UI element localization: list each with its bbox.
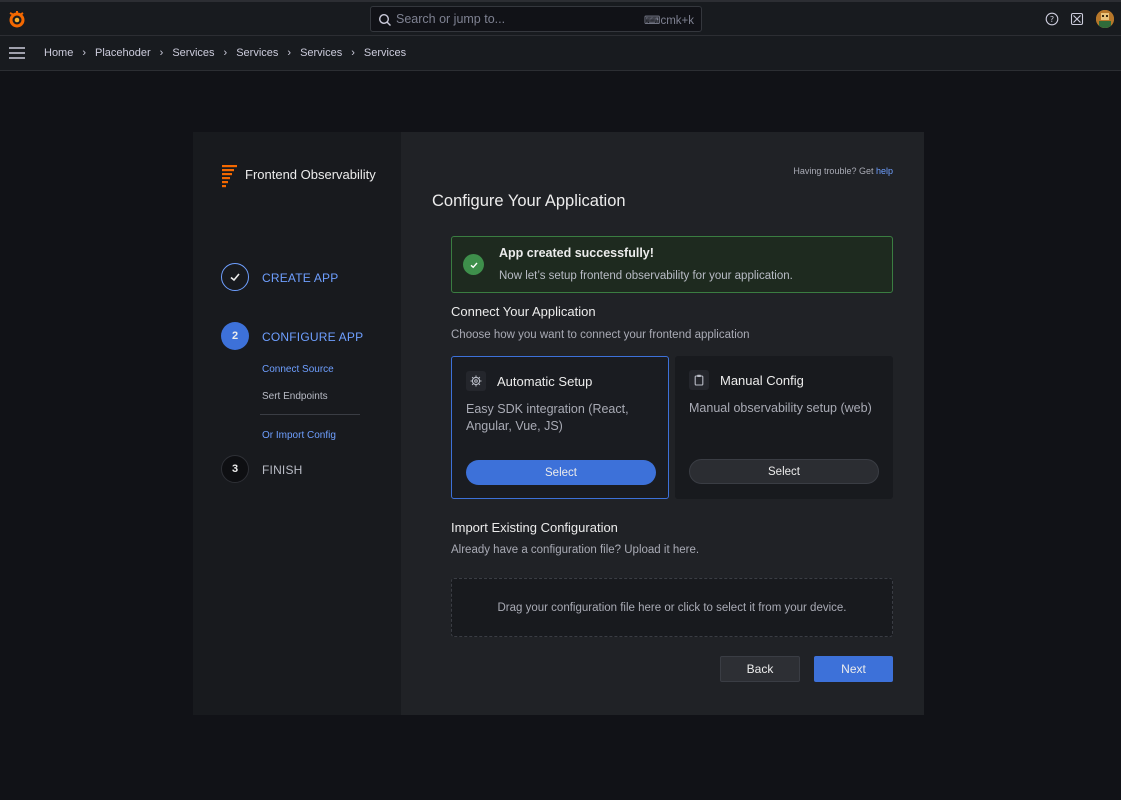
select-automatic-button[interactable]: Select	[466, 460, 656, 485]
news-icon[interactable]	[1070, 12, 1084, 26]
wizard-sidebar: Frontend Observability CREATE APP 2 CONF…	[193, 132, 401, 715]
select-manual-button[interactable]: Select	[689, 459, 879, 484]
step-configure-app[interactable]: CONFIGURE APP	[262, 330, 363, 344]
option-manual-config[interactable]: Manual Config Manual observability setup…	[675, 356, 893, 499]
option-automatic-setup[interactable]: Automatic Setup Easy SDK integration (Re…	[451, 356, 669, 499]
clipboard-icon	[689, 370, 709, 390]
menu-icon[interactable]	[9, 47, 25, 59]
option-title: Manual Config	[720, 373, 804, 388]
substep-divider	[260, 414, 360, 415]
back-button[interactable]: Back	[720, 656, 800, 682]
search-icon	[378, 13, 391, 26]
breadcrumb-services-2[interactable]: Services	[236, 47, 278, 59]
option-description: Manual observability setup (web)	[689, 401, 872, 415]
import-section-title: Import Existing Configuration	[451, 520, 618, 535]
frontend-observability-logo-icon	[222, 165, 237, 188]
grafana-logo-icon[interactable]	[7, 9, 27, 29]
setup-wizard: Frontend Observability CREATE APP 2 CONF…	[193, 132, 924, 715]
search-placeholder: Search or jump to...	[396, 12, 506, 26]
chevron-right-icon: ›	[159, 47, 164, 59]
check-icon	[230, 273, 240, 282]
wizard-main: Having trouble? Get help Configure Your …	[401, 132, 924, 715]
help-text: Having trouble? Get help	[793, 166, 893, 176]
step-3-number: 3	[221, 455, 249, 483]
breadcrumb-placeholder[interactable]: Placehoder	[95, 47, 151, 59]
connect-section-title: Connect Your Application	[451, 304, 596, 319]
top-bar: Search or jump to... ⌨cmk+k ?	[0, 0, 1121, 36]
breadcrumb-services-3[interactable]: Services	[300, 47, 342, 59]
product-title: Frontend Observability	[245, 167, 376, 182]
help-link[interactable]: help	[876, 166, 893, 176]
success-title: App created successfully!	[499, 246, 654, 260]
search-input[interactable]: Search or jump to... ⌨cmk+k	[370, 6, 702, 32]
file-dropzone[interactable]: Drag your configuration file here or cli…	[451, 578, 893, 637]
search-shortcut: ⌨cmk+k	[643, 15, 694, 27]
breadcrumb-bar: Home › Placehoder › Services › Services …	[0, 36, 1121, 71]
option-description: Easy SDK integration (React, Angular, Vu…	[466, 402, 629, 433]
next-button[interactable]: Next	[814, 656, 893, 682]
option-title: Automatic Setup	[497, 374, 593, 389]
help-prefix: Having trouble? Get	[793, 166, 874, 176]
step-create-app[interactable]: CREATE APP	[262, 271, 338, 285]
step-1-complete-icon	[221, 263, 249, 291]
step-2-number: 2	[221, 322, 249, 350]
breadcrumb-home[interactable]: Home	[44, 47, 73, 59]
chevron-right-icon: ›	[287, 47, 292, 59]
breadcrumb: Home › Placehoder › Services › Services …	[44, 47, 406, 59]
breadcrumb-services-1[interactable]: Services	[172, 47, 214, 59]
chevron-right-icon: ›	[351, 47, 355, 59]
import-section-subtitle: Already have a configuration file? Uploa…	[451, 544, 700, 556]
chevron-right-icon: ›	[82, 47, 87, 59]
connect-section-subtitle: Choose how you want to connect your fron…	[451, 329, 750, 341]
user-avatar[interactable]	[1096, 10, 1114, 28]
substep-connect-source[interactable]: Connect Source	[262, 364, 334, 375]
page-title: Configure Your Application	[432, 192, 626, 210]
help-icon[interactable]: ?	[1045, 12, 1059, 26]
success-check-icon	[463, 254, 484, 275]
import-config-link[interactable]: Or Import Config	[262, 430, 336, 441]
step-finish[interactable]: FINISH	[262, 463, 303, 477]
substep-set-endpoints[interactable]: Sert Endpoints	[262, 391, 328, 402]
breadcrumb-services-4[interactable]: Services	[364, 47, 406, 59]
success-message: Now let’s setup frontend observability f…	[499, 270, 793, 282]
gear-icon	[466, 371, 486, 391]
dropzone-text: Drag your configuration file here or cli…	[497, 601, 847, 614]
svg-text:?: ?	[1050, 15, 1054, 24]
success-alert: App created successfully! Now let’s setu…	[451, 236, 893, 293]
chevron-right-icon: ›	[223, 47, 228, 59]
